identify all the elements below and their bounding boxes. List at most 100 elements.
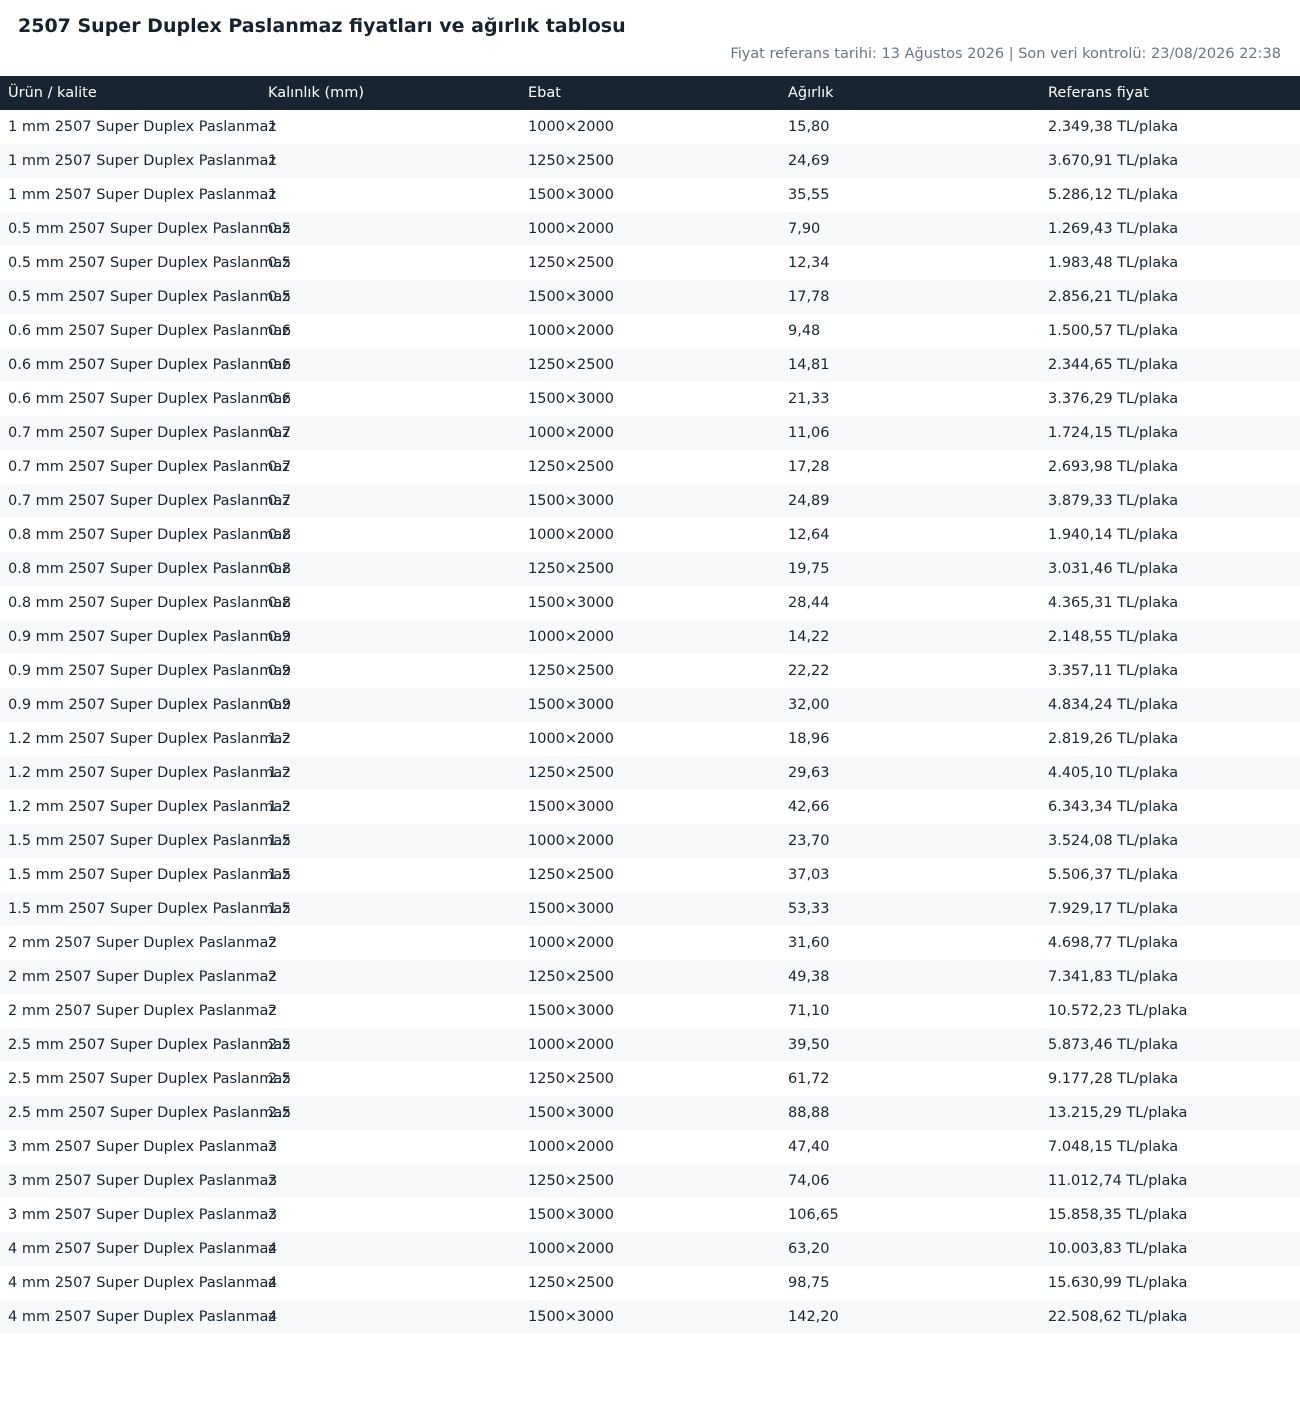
table-row: 0.7 mm 2507 Super Duplex Paslanmaz 0.7 100… [0,416,1300,450]
price-cell: 3.357,11 TL/plaka [1048,663,1179,679]
product-cell: 3 mm 2507 Super Duplex Paslanmaz [8,1207,276,1223]
price-cell: 4.834,24 TL/plaka [1040,688,1300,722]
product-cell: 0.7 mm 2507 Super Duplex Paslanmaz [0,416,290,450]
price-cell: 2.148,55 TL/plaka [1040,620,1300,654]
price-cell: 15.858,35 TL/plaka [1048,1207,1188,1223]
table-body: 1 mm 2507 Super Duplex Paslanmaz 1 1000×20… [0,110,1300,1334]
product-cell: 2.5 mm 2507 Super Duplex Paslanmaz [8,1071,290,1087]
weight-cell: 28,44 [788,595,830,611]
size-cell: 1000×2000 [520,1028,780,1062]
thickness-cell: 3 [268,1207,278,1223]
product-cell: 0.5 mm 2507 Super Duplex Paslanmaz [0,212,290,246]
table-row: 0.8 mm 2507 Super Duplex Paslanmaz 0.8 100… [0,518,1300,552]
price-table: Ürün / kalite Kalınlık (mm) Ebat Ağırlık… [0,76,1300,1334]
product-cell: 3 mm 2507 Super Duplex Paslanmaz [0,1164,276,1198]
weight-cell: 71,10 [788,1003,830,1019]
size-cell: 1000×2000 [528,323,614,339]
table-row: 0.9 mm 2507 Super Duplex Paslanmaz 0.9 125… [0,654,1300,688]
size-cell: 1250×2500 [520,756,780,790]
table-row: 4 mm 2507 Super Duplex Paslanmaz 4 1000×20… [0,1232,1300,1266]
size-cell: 1000×2000 [528,119,614,135]
price-cell: 15.630,99 TL/plaka [1048,1275,1188,1291]
product-cell: 1.2 mm 2507 Super Duplex Paslanmaz [8,799,290,815]
size-cell: 1250×2500 [520,348,780,382]
thickness-cell: 0.5 [268,255,292,271]
size-cell: 1500×3000 [528,187,614,203]
price-cell: 3.524,08 TL/plaka [1040,824,1300,858]
size-cell: 1250×2500 [528,663,614,679]
size-cell: 1000×2000 [528,731,614,747]
table-row: 0.7 mm 2507 Super Duplex Paslanmaz 0.7 125… [0,450,1300,484]
weight-cell: 12,34 [788,255,830,271]
price-reference-info: Fiyat referans tarihi: 13 Ağustos 2026 |… [730,46,1281,62]
table-row: 2.5 mm 2507 Super Duplex Paslanmaz 2.5 125… [0,1062,1300,1096]
thickness-cell: 2.5 [260,1096,520,1130]
size-cell: 1000×2000 [520,824,780,858]
weight-cell: 9,48 [788,323,821,339]
thickness-cell: 1.2 [268,799,292,815]
size-cell: 1500×3000 [528,1207,614,1223]
weight-cell: 17,28 [788,459,830,475]
thickness-cell: 1.5 [268,867,292,883]
thickness-cell: 1.2 [260,756,520,790]
price-cell: 1.940,14 TL/plaka [1048,527,1179,543]
product-cell: 0.9 mm 2507 Super Duplex Paslanmaz [0,620,290,654]
product-cell: 3 mm 2507 Super Duplex Paslanmaz [8,1139,276,1155]
table-row: 1 mm 2507 Super Duplex Paslanmaz 1 1250×25… [0,144,1300,178]
header-size: Ebat [520,76,780,110]
table-row: 3 mm 2507 Super Duplex Paslanmaz 3 1000×20… [0,1130,1300,1164]
weight-cell: 32,00 [780,688,1040,722]
size-cell: 1250×2500 [520,552,780,586]
size-cell: 1250×2500 [528,1275,614,1291]
table-row: 0.8 mm 2507 Super Duplex Paslanmaz 0.8 150… [0,586,1300,620]
header-price: Referans fiyat [1040,76,1300,110]
product-cell: 0.7 mm 2507 Super Duplex Paslanmaz [0,484,290,518]
product-cell: 0.6 mm 2507 Super Duplex Paslanmaz [8,391,290,407]
table-row: 0.7 mm 2507 Super Duplex Paslanmaz 0.7 150… [0,484,1300,518]
thickness-cell: 0.5 [260,212,520,246]
thickness-cell: 4 [260,1300,520,1334]
product-cell: 1 mm 2507 Super Duplex Paslanmaz [8,119,276,135]
size-cell: 1500×3000 [528,799,614,815]
weight-cell: 39,50 [780,1028,1040,1062]
thickness-cell: 0.8 [260,552,520,586]
size-cell: 1500×3000 [520,484,780,518]
header-product: Ürün / kalite [0,76,260,110]
product-cell: 1.2 mm 2507 Super Duplex Paslanmaz [0,756,290,790]
table-row: 0.5 mm 2507 Super Duplex Paslanmaz 0.5 125… [0,246,1300,280]
size-cell: 1500×3000 [528,1003,614,1019]
size-cell: 1000×2000 [528,935,614,951]
price-cell: 1.500,57 TL/plaka [1048,323,1179,339]
thickness-cell: 2 [260,960,520,994]
table-row: 0.6 mm 2507 Super Duplex Paslanmaz 0.6 150… [0,382,1300,416]
product-cell: 4 mm 2507 Super Duplex Paslanmaz [0,1232,276,1266]
header-weight: Ağırlık [780,76,1040,110]
thickness-cell: 4 [260,1232,520,1266]
size-cell: 1500×3000 [520,892,780,926]
weight-cell: 24,89 [780,484,1040,518]
table-row: 3 mm 2507 Super Duplex Paslanmaz 3 1250×25… [0,1164,1300,1198]
thickness-cell: 0.7 [260,484,520,518]
product-cell: 0.5 mm 2507 Super Duplex Paslanmaz [0,280,290,314]
thickness-cell: 0.8 [268,595,292,611]
weight-cell: 23,70 [780,824,1040,858]
price-cell: 3.376,29 TL/plaka [1048,391,1179,407]
price-cell: 4.698,77 TL/plaka [1048,935,1179,951]
price-cell: 2.819,26 TL/plaka [1048,731,1179,747]
weight-cell: 49,38 [780,960,1040,994]
product-cell: 1.5 mm 2507 Super Duplex Paslanmaz [0,824,290,858]
product-cell: 2 mm 2507 Super Duplex Paslanmaz [8,1003,276,1019]
thickness-cell: 1.5 [260,892,520,926]
table-row: 0.9 mm 2507 Super Duplex Paslanmaz 0.9 150… [0,688,1300,722]
product-cell: 1.2 mm 2507 Super Duplex Paslanmaz [8,731,290,747]
thickness-cell: 0.7 [260,416,520,450]
product-cell: 1 mm 2507 Super Duplex Paslanmaz [8,187,276,203]
weight-cell: 22,22 [788,663,830,679]
thickness-cell: 1 [268,187,278,203]
thickness-cell: 0.6 [268,323,292,339]
table-row: 2 mm 2507 Super Duplex Paslanmaz 2 1500×30… [0,994,1300,1028]
size-cell: 1500×3000 [520,1300,780,1334]
thickness-cell: 2.5 [260,1028,520,1062]
price-cell: 11.012,74 TL/plaka [1040,1164,1300,1198]
table-row: 1.2 mm 2507 Super Duplex Paslanmaz 1.2 125… [0,756,1300,790]
